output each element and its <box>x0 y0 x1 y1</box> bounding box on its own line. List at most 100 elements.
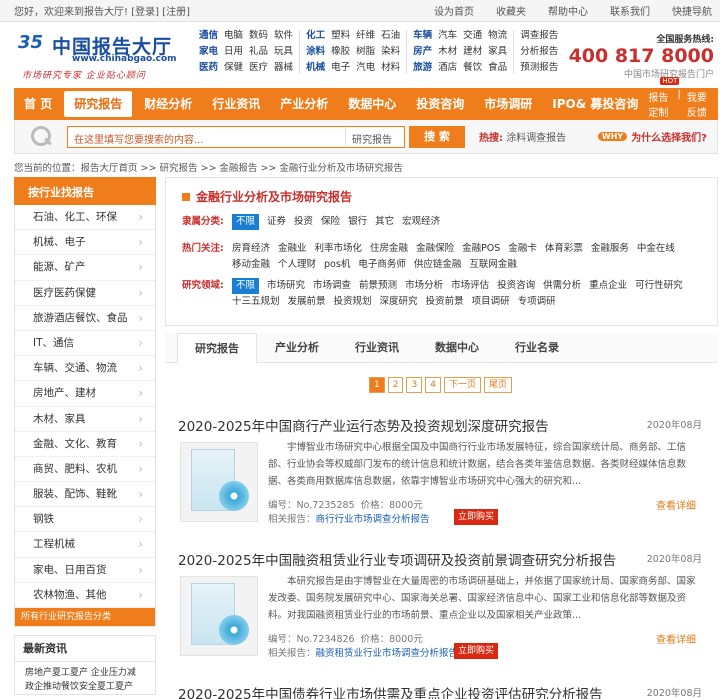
filter-option[interactable]: 市场评估 <box>451 278 489 294</box>
filter-option[interactable]: 金融业 <box>278 241 307 257</box>
sidebar-item-engineering[interactable]: 工程机械 <box>15 532 155 558</box>
category-link[interactable]: 保健 <box>224 62 243 74</box>
filter-option[interactable]: 市场分析 <box>405 278 443 294</box>
sidebar-item-trade[interactable]: 商贸、肥料、农机 <box>15 457 155 482</box>
filter-option[interactable]: 互联网金融 <box>469 257 517 273</box>
report-title[interactable]: 2020-2025年中国商行产业运行态势及投资规划深度研究报告 <box>178 419 549 435</box>
category-link[interactable]: 电脑 <box>224 30 243 42</box>
filter-option[interactable]: 供需分析 <box>543 278 581 294</box>
category-link[interactable]: 电子 <box>331 62 350 74</box>
sidebar-item-energy[interactable]: 能源、矿产 <box>15 255 155 281</box>
nav-industry-analysis[interactable]: 产业分析 <box>270 88 338 120</box>
category-link[interactable]: 染料 <box>381 46 400 58</box>
all-categories-link[interactable]: 所有行业研究报告分类 <box>15 608 155 626</box>
filter-option[interactable]: 利率市场化 <box>315 241 363 257</box>
sidebar-item-vehicles[interactable]: 车辆、交通、物流 <box>15 356 155 382</box>
filter-option[interactable]: 十三五规划 <box>232 294 280 310</box>
sidebar-item-agriculture[interactable]: 农林物渔、其他 <box>15 583 155 608</box>
category-link[interactable]: 日用 <box>224 46 243 58</box>
nav-industry-news[interactable]: 行业资讯 <box>202 88 270 120</box>
filter-option[interactable]: 金融保险 <box>416 241 454 257</box>
login-link[interactable]: [登录] <box>131 7 159 18</box>
category-link[interactable]: 化工 <box>306 30 325 42</box>
sidebar-item-real-estate[interactable]: 房地产、建材 <box>15 381 155 407</box>
category-link[interactable]: 通信 <box>199 30 218 42</box>
filter-option[interactable]: 重点企业 <box>589 278 627 294</box>
category-link[interactable]: 礼品 <box>249 46 268 58</box>
sidebar-item-machinery[interactable]: 机械、电子 <box>15 230 155 256</box>
sidebar-item-it[interactable]: IT、通信 <box>15 331 155 356</box>
category-link[interactable]: 汽电 <box>356 62 375 74</box>
category-link[interactable]: 交通 <box>463 30 482 42</box>
filter-option[interactable]: pos机 <box>324 257 350 273</box>
filter-option[interactable]: 发展前景 <box>288 294 326 310</box>
filter-option[interactable]: 投资规划 <box>334 294 372 310</box>
category-link[interactable]: 石油 <box>381 30 400 42</box>
forecast-report-link[interactable]: 预测报告 <box>520 62 558 74</box>
filter-option[interactable]: 证券 <box>267 214 286 230</box>
filter-option[interactable]: 电子商务师 <box>358 257 406 273</box>
nav-market-research[interactable]: 市场调研 <box>474 88 542 120</box>
category-link[interactable]: 机械 <box>306 62 325 74</box>
tab-research-reports[interactable]: 研究报告 <box>177 333 257 364</box>
category-link[interactable]: 家具 <box>488 46 507 58</box>
related-report-link[interactable]: 融资租赁业行业市场调查分析报告 <box>316 648 459 659</box>
report-cover-image[interactable] <box>180 576 258 656</box>
filter-option[interactable]: 可行性研究 <box>635 278 683 294</box>
set-homepage-link[interactable]: 设为首页 <box>434 3 474 18</box>
filter-option[interactable]: 移动金融 <box>232 257 270 273</box>
tab-industry-analysis[interactable]: 产业分析 <box>257 333 337 362</box>
category-link[interactable]: 器械 <box>274 62 293 74</box>
page-4[interactable]: 4 <box>425 377 441 393</box>
site-logo[interactable]: 35 中国报告大厅 www.chinabgao.com 市场研究专家 企业贴心顾… <box>14 30 186 84</box>
register-link[interactable]: [注册] <box>162 7 190 18</box>
filter-option[interactable]: 投资咨询 <box>497 278 535 294</box>
tab-industry-news[interactable]: 行业资讯 <box>337 333 417 362</box>
sidebar-item-steel[interactable]: 钢铁 <box>15 507 155 533</box>
news-item[interactable]: 房地产夏工夏产 企业压力减 <box>15 666 155 680</box>
report-cover-image[interactable] <box>180 442 258 522</box>
hot-search-term[interactable]: 涂料调查报告 <box>506 133 566 144</box>
sidebar-item-medical[interactable]: 医疗医药保健 <box>15 281 155 306</box>
category-link[interactable]: 房产 <box>413 46 432 58</box>
filter-option[interactable]: 投资 <box>294 214 313 230</box>
quick-nav-dropdown[interactable]: 快捷导航 <box>672 3 712 18</box>
view-details-link[interactable]: 查看详细 <box>656 631 696 646</box>
page-2[interactable]: 2 <box>387 377 404 393</box>
report-title[interactable]: 2020-2025年中国债券行业市场供需及重点企业投资评估研究分析报告 <box>178 687 603 699</box>
filter-option[interactable]: 市场研究 <box>267 278 305 294</box>
search-type-select[interactable]: 研究报告 <box>345 125 405 148</box>
filter-option[interactable]: 保险 <box>321 214 340 230</box>
category-link[interactable]: 纤维 <box>356 30 375 42</box>
filter-option[interactable]: 房育经济 <box>232 241 270 257</box>
nav-ipo-consulting[interactable]: IPO& 募投咨询 <box>542 88 648 120</box>
contact-us-link[interactable]: 联系我们 <box>610 3 650 18</box>
filter-option[interactable]: 体育彩票 <box>545 241 583 257</box>
filter-option[interactable]: 投资前景 <box>426 294 464 310</box>
search-button[interactable]: 搜 索 <box>409 125 465 148</box>
category-link[interactable]: 建材 <box>463 46 482 58</box>
category-link[interactable]: 涂料 <box>306 46 325 58</box>
nav-finance-analysis[interactable]: 财经分析 <box>134 88 202 120</box>
feedback-link[interactable]: 我要反馈 <box>687 89 710 119</box>
why-choose-us-link[interactable]: WHY 为什么选择我们? <box>597 129 707 144</box>
category-link[interactable]: 医疗 <box>249 62 268 74</box>
filter-option[interactable]: 银行 <box>348 214 367 230</box>
filter-option[interactable]: 前景预测 <box>359 278 397 294</box>
filter-option[interactable]: 市场调查 <box>313 278 351 294</box>
filter-option[interactable]: 个人理财 <box>278 257 316 273</box>
filter-option-selected[interactable]: 不限 <box>232 278 260 294</box>
category-link[interactable]: 木材 <box>438 46 457 58</box>
sidebar-item-wood[interactable]: 木材、家具 <box>15 407 155 432</box>
filter-option[interactable]: 专项调研 <box>518 294 556 310</box>
category-link[interactable]: 物流 <box>488 30 507 42</box>
sidebar-item-apparel[interactable]: 服装、配饰、鞋靴 <box>15 482 155 507</box>
nav-investment-consulting[interactable]: 投资咨询 <box>406 88 474 120</box>
category-link[interactable]: 数码 <box>249 30 268 42</box>
filter-option[interactable]: 深度研究 <box>380 294 418 310</box>
sidebar-item-finance[interactable]: 金融、文化、教育 <box>15 432 155 457</box>
sidebar-item-petrochemical[interactable]: 石油、化工、环保 <box>15 205 155 230</box>
nav-research-reports[interactable]: 研究报告 <box>64 91 133 117</box>
category-link[interactable]: 食品 <box>488 62 507 74</box>
nav-home[interactable]: 首 页 <box>14 88 62 120</box>
